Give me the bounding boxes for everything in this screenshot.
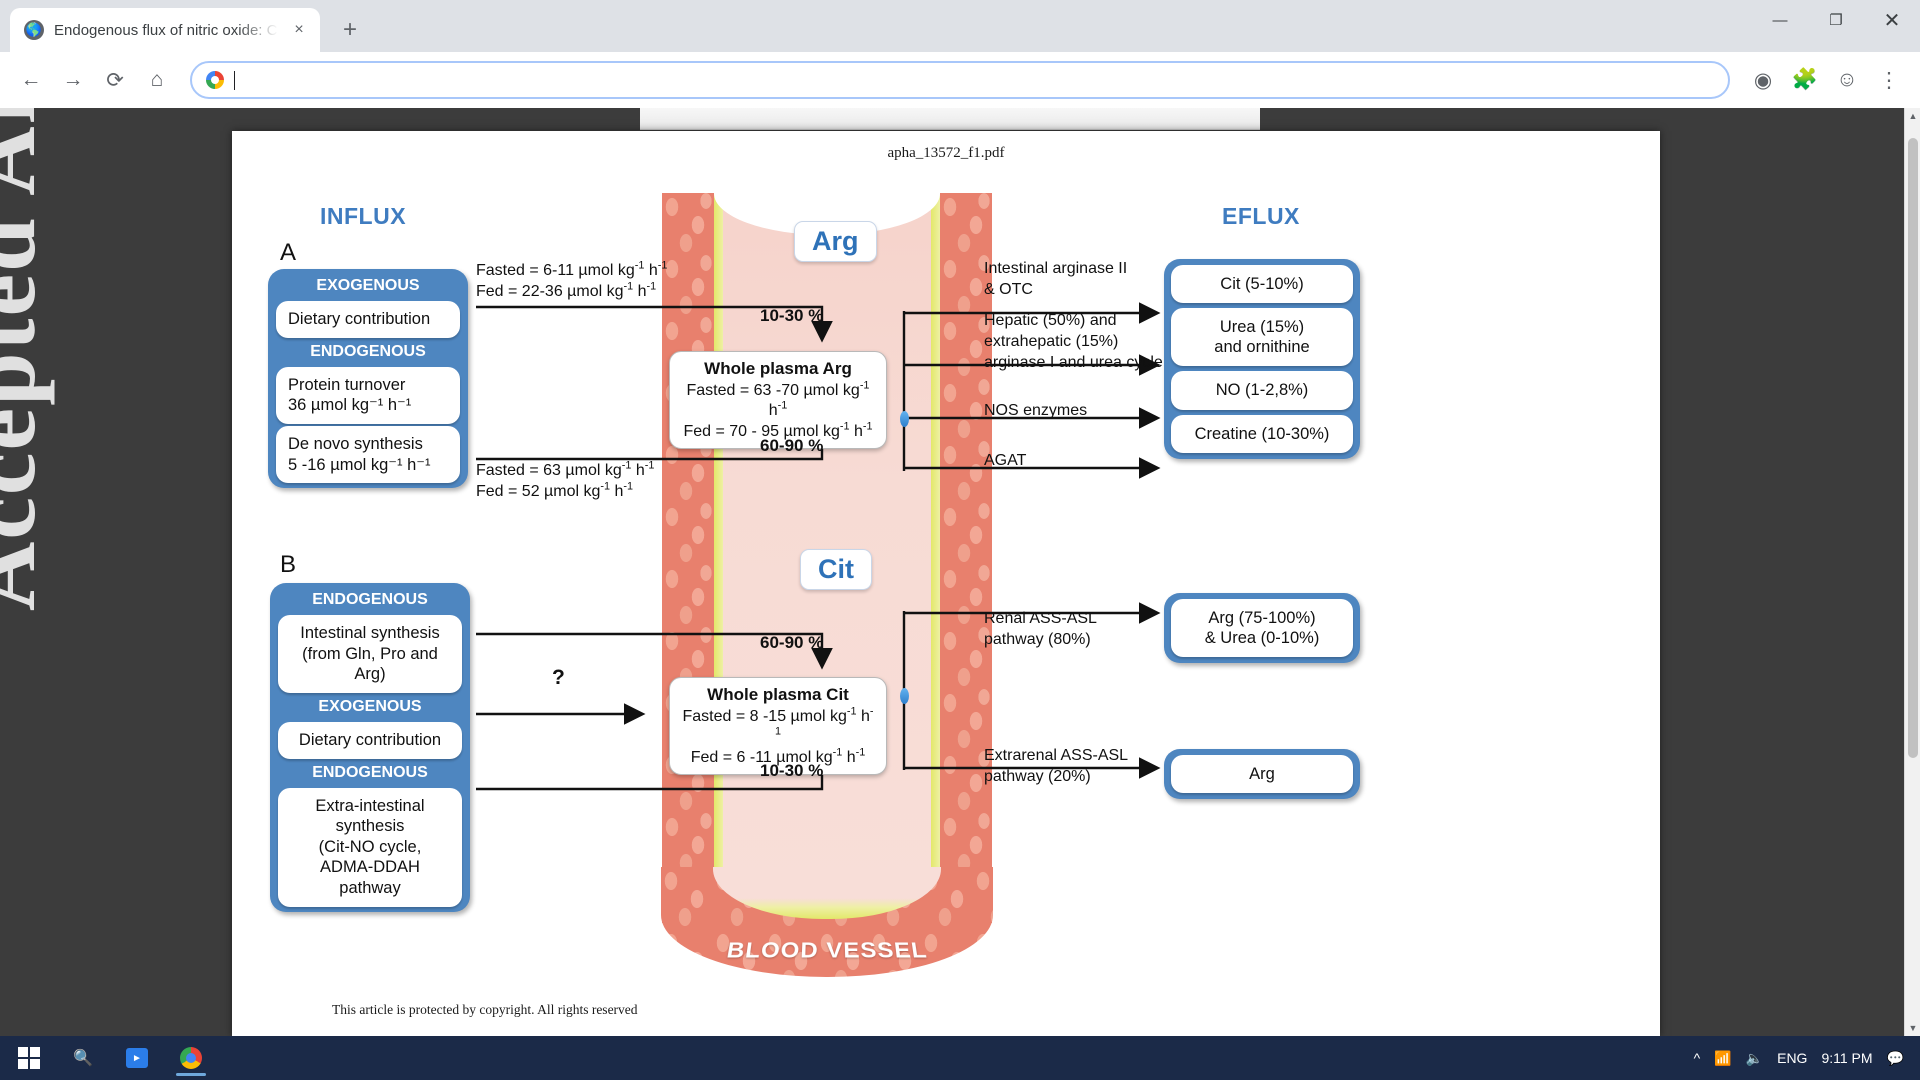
clock[interactable]: 9:11 PM (1821, 1050, 1872, 1066)
section-label: EXOGENOUS (318, 697, 422, 715)
efflux-pathway-b-1: Renal ASS-ASL pathway (80%) (984, 610, 1097, 648)
pdf-viewer: apha_13572_f1.pdf Accepted Article BLOOD… (0, 108, 1920, 1036)
influx-item: Dietary contribution (278, 721, 462, 759)
address-bar[interactable] (190, 61, 1730, 99)
influx-item: Extra-intestinal synthesis (Cit-NO cycle… (278, 787, 462, 907)
scroll-down-icon[interactable]: ▼ (1905, 1020, 1920, 1036)
maximize-button[interactable]: ❐ (1808, 0, 1864, 40)
influx-header: INFLUX (320, 203, 407, 229)
influx-item: De novo synthesis 5 -16 µmol kg⁻¹ h⁻¹ (276, 425, 460, 484)
molecule-title-arg: Arg (794, 221, 877, 262)
pdf-page: apha_13572_f1.pdf Accepted Article BLOOD… (0, 108, 1660, 1036)
google-g-icon (206, 71, 224, 89)
vessel-wall-left (662, 193, 714, 923)
efflux-product: NO (1-2,8%) (1171, 371, 1353, 410)
efflux-product: Arg (1171, 755, 1353, 794)
influx-box-a: EXOGENOUS Dietary contribution ENDOGENOU… (268, 269, 468, 489)
transporter-icon-b (900, 688, 909, 704)
endothelium-left (714, 193, 723, 923)
forward-icon[interactable]: → (54, 61, 92, 99)
search-icon[interactable]: 🔍 (60, 1038, 106, 1078)
section-label: ENDOGENOUS (310, 342, 426, 360)
efflux-product: Cit (5-10%) (1171, 265, 1353, 304)
tab-strip: 🌎 Endogenous flux of nitric oxide: C × +… (0, 0, 1920, 52)
back-icon[interactable]: ← (12, 61, 50, 99)
browser-window: 🌎 Endogenous flux of nitric oxide: C × +… (0, 0, 1920, 1080)
pct-label-a-top: 10-30 % (760, 306, 824, 325)
media-player-icon[interactable]: ► (114, 1038, 160, 1078)
molecule-title-cit: Cit (800, 549, 872, 590)
account-icon[interactable]: ☺ (1828, 61, 1866, 99)
panel-letter-b: B (280, 551, 297, 578)
windows-logo-icon[interactable] (6, 1038, 52, 1078)
globe-icon: 🌎 (24, 20, 44, 40)
language-indicator[interactable]: ENG (1777, 1050, 1807, 1066)
influx-item: Intestinal synthesis (from Gln, Pro and … (278, 615, 462, 693)
vessel-wall-right (940, 193, 992, 923)
share-icon[interactable]: ◉ (1744, 61, 1782, 99)
minimize-button[interactable]: — (1752, 0, 1808, 40)
efflux-product: Urea (15%) and ornithine (1171, 308, 1353, 367)
notification-icon[interactable]: 💬 (1887, 1050, 1904, 1067)
plasma-pool-title: Whole plasma Arg (704, 359, 852, 378)
puzzle-icon[interactable]: 🧩 (1786, 61, 1824, 99)
wifi-icon[interactable]: 📶 (1714, 1050, 1731, 1067)
efflux-product: Creatine (10-30%) (1171, 414, 1353, 453)
menu-icon[interactable]: ⋮ (1870, 61, 1908, 99)
efflux-pathway-a-3: NOS enzymes (984, 402, 1088, 419)
efflux-box-b1: Arg (75-100%) & Urea (0-10%) (1164, 593, 1360, 664)
influx-item: Dietary contribution (276, 301, 460, 338)
efflux-pathway-a-1: Intestinal arginase II & OTC (984, 260, 1128, 298)
plasma-pool-arg: Whole plasma Arg Fasted = 63 -70 µmol kg… (669, 351, 887, 450)
text-caret (234, 70, 235, 90)
tab-title: Endogenous flux of nitric oxide: C (54, 21, 278, 39)
scrollbar-thumb[interactable] (1908, 138, 1918, 758)
figure-canvas: Accepted Article BLOOD VESSEL INFLUX (0, 108, 1660, 1011)
new-tab-button[interactable]: + (332, 12, 368, 48)
pct-label-b-bottom: 10-30 % (760, 761, 824, 780)
browser-tab[interactable]: 🌎 Endogenous flux of nitric oxide: C × (10, 8, 320, 52)
plasma-pool-title: Whole plasma Cit (707, 685, 849, 704)
taskbar: 🔍 ► ^ 📶 🔈 ENG 9:11 PM 💬 (0, 1036, 1920, 1080)
efflux-box-a: Cit (5-10%) Urea (15%) and ornithine NO … (1164, 259, 1360, 459)
section-label: ENDOGENOUS (312, 763, 428, 781)
section-label: ENDOGENOUS (312, 591, 428, 608)
close-icon[interactable]: × (288, 19, 310, 41)
transporter-icon-a (900, 411, 909, 427)
section-label: EXOGENOUS (316, 277, 420, 294)
efflux-pathway-b-2: Extrarenal ASS-ASL pathway (20%) (984, 747, 1129, 785)
vertical-scrollbar[interactable]: ▲ ▼ (1904, 108, 1920, 1036)
vessel-bottom-lumen (713, 867, 941, 919)
window-close-button[interactable]: ✕ (1864, 0, 1920, 40)
efflux-pathway-a-4: AGAT (984, 452, 1027, 469)
question-mark-label: ? (552, 666, 565, 689)
blood-vessel-label: BLOOD VESSEL (724, 938, 930, 964)
endothelium-right (931, 193, 940, 923)
window-controls: — ❐ ✕ (1752, 0, 1920, 52)
panel-letter-a: A (280, 239, 297, 266)
influx-flux-note-a-bottom: Fasted = 63 µmol kg-1 h-1 Fed = 52 µmol … (476, 459, 655, 500)
reload-icon[interactable]: ⟳ (96, 61, 134, 99)
influx-item: Protein turnover 36 µmol kg⁻¹ h⁻¹ (276, 366, 460, 424)
pdf-filename: apha_13572_f1.pdf (887, 145, 1005, 161)
home-icon[interactable]: ⌂ (138, 61, 176, 99)
influx-box-b: ENDOGENOUS Intestinal synthesis (from Gl… (270, 583, 470, 912)
efflux-box-b2: Arg (1164, 749, 1360, 800)
efflux-product: Arg (75-100%) & Urea (0-10%) (1171, 599, 1353, 658)
copyright-notice: This article is protected by copyright. … (332, 1002, 638, 1017)
browser-toolbar: ← → ⟳ ⌂ ◉ 🧩 ☺ ⋮ (0, 52, 1920, 108)
influx-flux-note-a-top: Fasted = 6-11 µmol kg-1 h-1 Fed = 22-36 … (476, 259, 668, 300)
pdf-toolbar[interactable] (640, 108, 1260, 130)
efflux-pathway-a-2: Hepatic (50%) and extrahepatic (15%) arg… (984, 312, 1163, 371)
speaker-icon[interactable]: 🔈 (1746, 1050, 1763, 1067)
scroll-up-icon[interactable]: ▲ (1905, 108, 1920, 124)
tray-chevron-icon[interactable]: ^ (1694, 1050, 1701, 1066)
pct-label-b-top: 60-90 % (760, 633, 824, 652)
eflux-header: EFLUX (1222, 203, 1300, 229)
pct-label-a-bottom: 60-90 % (760, 436, 824, 455)
chrome-icon[interactable] (168, 1038, 214, 1078)
